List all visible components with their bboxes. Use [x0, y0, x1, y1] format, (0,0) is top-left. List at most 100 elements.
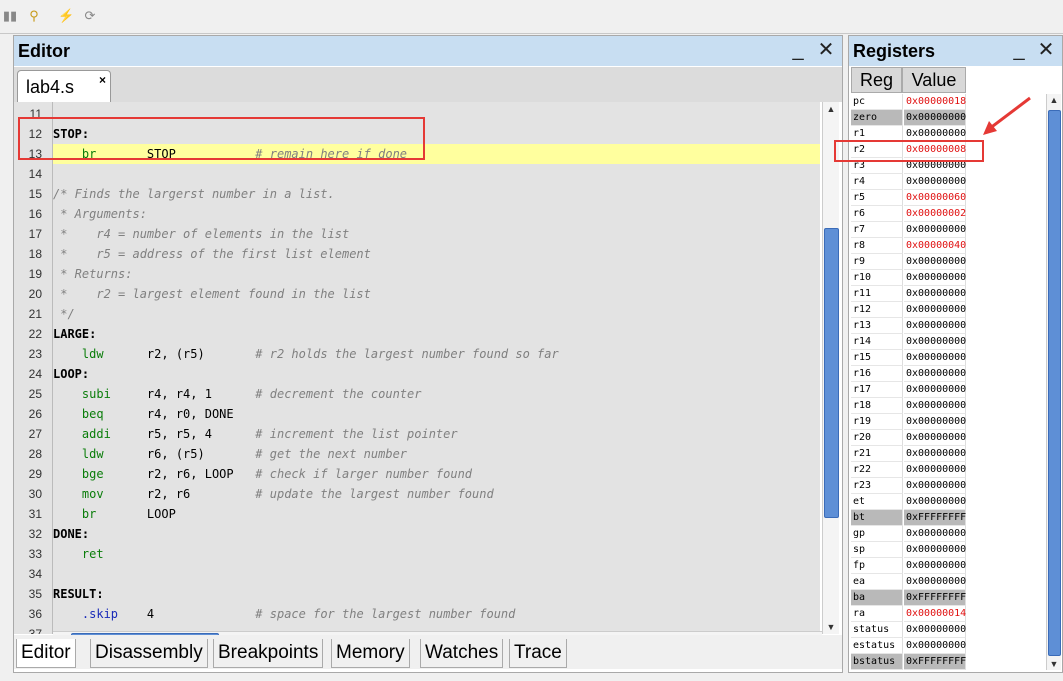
scroll-up-icon[interactable]: ▲ [1047, 95, 1061, 105]
scroll-down-icon[interactable]: ▼ [823, 622, 839, 632]
register-value[interactable]: 0x00000000 [904, 414, 966, 430]
code-line[interactable]: * r2 = largest element found in the list [53, 284, 371, 304]
scroll-up-icon[interactable]: ▲ [823, 104, 839, 114]
register-value[interactable]: 0x00000000 [904, 526, 966, 542]
register-row-r18[interactable]: r18 0x00000000 [851, 398, 1049, 414]
register-row-r23[interactable]: r23 0x00000000 [851, 478, 1049, 494]
register-row-r15[interactable]: r15 0x00000000 [851, 350, 1049, 366]
code-line[interactable]: bge r2, r6, LOOP # check if larger numbe… [53, 464, 472, 484]
code-line[interactable]: * r4 = number of elements in the list [53, 224, 349, 244]
register-row-r13[interactable]: r13 0x00000000 [851, 318, 1049, 334]
code-line[interactable]: ret [53, 544, 104, 564]
code-line[interactable]: subi r4, r4, 1 # decrement the counter [53, 384, 422, 404]
register-row-r9[interactable]: r9 0x00000000 [851, 254, 1049, 270]
register-row-bt[interactable]: bt 0xFFFFFFFF [851, 510, 1049, 526]
registers-vertical-scrollbar[interactable]: ▲ ▼ [1046, 94, 1061, 670]
register-row-gp[interactable]: gp 0x00000000 [851, 526, 1049, 542]
register-value[interactable]: 0x00000000 [904, 446, 966, 462]
file-tab[interactable]: lab4.s × [17, 70, 111, 103]
register-value[interactable]: 0x00000000 [904, 318, 966, 334]
scroll-down-icon[interactable]: ▼ [1047, 659, 1061, 669]
register-value[interactable]: 0x00000000 [904, 334, 966, 350]
register-value[interactable]: 0x00000000 [904, 110, 966, 126]
register-value[interactable]: 0x00000000 [904, 574, 966, 590]
register-row-r4[interactable]: r4 0x00000000 [851, 174, 1049, 190]
editor-vertical-scrollbar[interactable]: ▲ ▼ [822, 102, 839, 634]
register-value[interactable]: 0x00000000 [904, 542, 966, 558]
value-column-header[interactable]: Value [902, 67, 966, 93]
code-line[interactable]: ldw r6, (r5) # get the next number [53, 444, 407, 464]
register-value[interactable]: 0xFFFFFFFF [904, 654, 966, 670]
register-value[interactable]: 0x00000000 [904, 478, 966, 494]
disconnect-icon[interactable]: ⚡ [58, 8, 74, 24]
register-row-r5[interactable]: r5 0x00000060 [851, 190, 1049, 206]
register-row-estatus[interactable]: estatus 0x00000000 [851, 638, 1049, 654]
register-value[interactable]: 0x00000000 [904, 382, 966, 398]
code-line[interactable]: * Returns: [53, 264, 132, 284]
register-row-r22[interactable]: r22 0x00000000 [851, 462, 1049, 478]
register-row-ea[interactable]: ea 0x00000000 [851, 574, 1049, 590]
tab-editor[interactable]: Editor [16, 639, 76, 668]
register-value[interactable]: 0x00000060 [904, 190, 966, 206]
register-value[interactable]: 0x00000000 [904, 174, 966, 190]
register-row-ba[interactable]: ba 0xFFFFFFFF [851, 590, 1049, 606]
register-row-r6[interactable]: r6 0x00000002 [851, 206, 1049, 222]
register-row-et[interactable]: et 0x00000000 [851, 494, 1049, 510]
register-value[interactable]: 0x00000018 [904, 94, 966, 110]
register-value[interactable]: 0x00000000 [904, 302, 966, 318]
pause-icon[interactable]: ▮▮ [2, 8, 18, 24]
code-line[interactable]: .skip 4 # space for the largest number f… [53, 604, 516, 624]
editor-scroll-thumb[interactable] [824, 228, 839, 518]
reg-column-header[interactable]: Reg [851, 67, 902, 93]
tab-memory[interactable]: Memory [331, 639, 410, 668]
debug-icon[interactable]: ⚲ [26, 8, 42, 24]
register-value[interactable]: 0x00000000 [904, 286, 966, 302]
register-row-fp[interactable]: fp 0x00000000 [851, 558, 1049, 574]
register-row-status[interactable]: status 0x00000000 [851, 622, 1049, 638]
register-value[interactable]: 0xFFFFFFFF [904, 510, 966, 526]
register-value[interactable]: 0x00000040 [904, 238, 966, 254]
register-row-sp[interactable]: sp 0x00000000 [851, 542, 1049, 558]
code-line[interactable]: * r5 = address of the first list element [53, 244, 371, 264]
register-row-r14[interactable]: r14 0x00000000 [851, 334, 1049, 350]
code-line[interactable]: ldw r2, (r5) # r2 holds the largest numb… [53, 344, 559, 364]
code-line[interactable]: /* Finds the largerst number in a list. [53, 184, 335, 204]
register-value[interactable]: 0x00000000 [904, 350, 966, 366]
close-icon[interactable]: ✕ [816, 39, 836, 61]
tab-trace[interactable]: Trace [509, 639, 567, 668]
register-value[interactable]: 0xFFFFFFFF [904, 590, 966, 606]
register-value[interactable]: 0x00000000 [904, 270, 966, 286]
code-line[interactable]: mov r2, r6 # update the largest number f… [53, 484, 494, 504]
register-row-r11[interactable]: r11 0x00000000 [851, 286, 1049, 302]
register-row-r16[interactable]: r16 0x00000000 [851, 366, 1049, 382]
refresh-icon[interactable]: ⟳ [82, 8, 98, 24]
code-line[interactable]: addi r5, r5, 4 # increment the list poin… [53, 424, 458, 444]
file-tab-close-icon[interactable]: × [99, 73, 106, 87]
registers-scroll-thumb[interactable] [1048, 110, 1061, 656]
register-value[interactable]: 0x00000000 [904, 222, 966, 238]
minimize-icon[interactable]: _ [788, 39, 808, 61]
close-icon[interactable]: ✕ [1036, 39, 1056, 61]
register-value[interactable]: 0x00000000 [904, 254, 966, 270]
register-value[interactable]: 0x00000000 [904, 622, 966, 638]
code-editor[interactable]: 11 12 13 14 15 16 17 18 19 20 21 22 23 24 25 26 27 28 29 30… [14, 102, 820, 634]
code-line[interactable]: RESULT: [53, 584, 104, 604]
register-value[interactable]: 0x00000000 [904, 430, 966, 446]
code-line[interactable]: LOOP: [53, 364, 89, 384]
register-row-r12[interactable]: r12 0x00000000 [851, 302, 1049, 318]
tab-breakpoints[interactable]: Breakpoints [213, 639, 324, 668]
register-row-r7[interactable]: r7 0x00000000 [851, 222, 1049, 238]
code-line[interactable]: DONE: [53, 524, 89, 544]
register-row-r21[interactable]: r21 0x00000000 [851, 446, 1049, 462]
code-line[interactable]: beq r4, r0, DONE [53, 404, 234, 424]
tab-watches[interactable]: Watches [420, 639, 504, 668]
register-value[interactable]: 0x00000002 [904, 206, 966, 222]
register-row-r10[interactable]: r10 0x00000000 [851, 270, 1049, 286]
register-row-r17[interactable]: r17 0x00000000 [851, 382, 1049, 398]
register-row-bstatus[interactable]: bstatus 0xFFFFFFFF [851, 654, 1049, 670]
register-row-r19[interactable]: r19 0x00000000 [851, 414, 1049, 430]
register-row-r8[interactable]: r8 0x00000040 [851, 238, 1049, 254]
code-line[interactable]: */ [53, 304, 74, 324]
register-value[interactable]: 0x00000000 [904, 462, 966, 478]
code-line[interactable]: * Arguments: [53, 204, 147, 224]
